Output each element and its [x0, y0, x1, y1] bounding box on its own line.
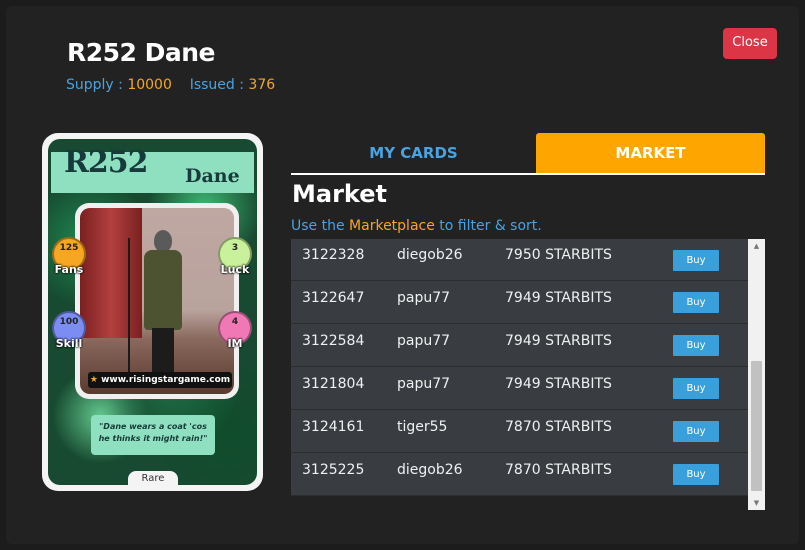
- card-photo: ★ www.risingstargame.com: [80, 208, 234, 394]
- supply-info: Supply : 10000 Issued : 376: [66, 77, 275, 93]
- listing-id: 3121804: [302, 376, 365, 392]
- buy-button[interactable]: Buy: [673, 421, 719, 442]
- issued-value: 376: [248, 77, 276, 93]
- stat-fans-label: Fans: [54, 263, 84, 276]
- card-website-text: www.risingstargame.com: [101, 375, 231, 385]
- star-icon: ★: [89, 375, 98, 385]
- issued-label: Issued :: [189, 77, 244, 93]
- table-row: 3125225 diegob26 7870 STARBITS Buy: [291, 453, 748, 496]
- listing-id: 3122647: [302, 290, 365, 306]
- close-button[interactable]: Close: [723, 28, 777, 59]
- card-website: ★ www.risingstargame.com: [88, 372, 232, 388]
- card-name: Dane: [185, 165, 240, 187]
- scrollbar-thumb[interactable]: [751, 361, 762, 491]
- card-image: R252 Dane ★ www.risingstargame.com 125 F…: [42, 133, 263, 491]
- card-title: R252 Dane: [67, 38, 216, 67]
- buy-button[interactable]: Buy: [673, 250, 719, 271]
- listing-seller: tiger55: [397, 419, 448, 435]
- supply-label: Supply :: [66, 77, 123, 93]
- market-listing-table[interactable]: 3122328 diegob26 7950 STARBITS Buy 31226…: [291, 239, 765, 510]
- table-row: 3122584 papu77 7949 STARBITS Buy: [291, 324, 748, 367]
- stat-luck-label: Luck: [220, 263, 250, 276]
- listing-price: 7870 STARBITS: [505, 462, 612, 478]
- microphone-stand: [128, 238, 130, 376]
- card-photo-frame: ★ www.risingstargame.com: [75, 203, 239, 399]
- card-code: R252: [64, 145, 149, 180]
- buy-button[interactable]: Buy: [673, 464, 719, 485]
- listing-seller: papu77: [397, 376, 451, 392]
- buy-button[interactable]: Buy: [673, 292, 719, 313]
- musician-figure: [142, 230, 182, 380]
- photo-curtain: [80, 208, 142, 339]
- figure-coat: [144, 250, 182, 330]
- table-row: 3124161 tiger55 7870 STARBITS Buy: [291, 410, 748, 453]
- listing-price: 7949 STARBITS: [505, 376, 612, 392]
- buy-button[interactable]: Buy: [673, 335, 719, 356]
- market-subtitle-prefix: Use the: [291, 218, 345, 234]
- market-heading: Market: [292, 180, 387, 208]
- supply-value: 10000: [127, 77, 172, 93]
- figure-head: [154, 230, 172, 252]
- buy-button[interactable]: Buy: [673, 378, 719, 399]
- listing-id: 3125225: [302, 462, 365, 478]
- market-subtitle: Use the Marketplace to filter & sort.: [291, 218, 542, 234]
- listing-price: 7949 STARBITS: [505, 333, 612, 349]
- tab-market[interactable]: MARKET: [536, 133, 765, 173]
- card-quote: "Dane wears a coat 'cos he thinks it mig…: [91, 415, 215, 455]
- card-face: R252 Dane ★ www.risingstargame.com 125 F…: [48, 139, 257, 485]
- stat-skill-label: Skill: [55, 337, 83, 350]
- card-rarity: Rare: [128, 471, 178, 485]
- listing-scrollbar[interactable]: ▲ ▼: [748, 239, 765, 510]
- listing-price: 7949 STARBITS: [505, 290, 612, 306]
- listing-id: 3122328: [302, 247, 365, 263]
- tab-my-cards[interactable]: MY CARDS: [291, 133, 536, 173]
- market-subtitle-suffix: to filter & sort.: [439, 218, 542, 234]
- marketplace-link[interactable]: Marketplace: [349, 218, 435, 234]
- listing-seller: diegob26: [397, 247, 463, 263]
- listing-seller: diegob26: [397, 462, 463, 478]
- scroll-up-arrow-icon[interactable]: ▲: [748, 239, 765, 253]
- tab-bar: MY CARDS MARKET: [291, 133, 765, 175]
- table-row: 3122647 papu77 7949 STARBITS Buy: [291, 281, 748, 324]
- listing-seller: papu77: [397, 333, 451, 349]
- listing-id: 3122584: [302, 333, 365, 349]
- table-row: 3122328 diegob26 7950 STARBITS Buy: [291, 239, 748, 281]
- listing-price: 7870 STARBITS: [505, 419, 612, 435]
- table-row: 3121804 papu77 7949 STARBITS Buy: [291, 367, 748, 410]
- scroll-down-arrow-icon[interactable]: ▼: [748, 496, 765, 510]
- listing-id: 3124161: [302, 419, 365, 435]
- listing-seller: papu77: [397, 290, 451, 306]
- listing-price: 7950 STARBITS: [505, 247, 612, 263]
- stat-im-label: IM: [227, 337, 243, 350]
- listing-rows: 3122328 diegob26 7950 STARBITS Buy 31226…: [291, 239, 748, 496]
